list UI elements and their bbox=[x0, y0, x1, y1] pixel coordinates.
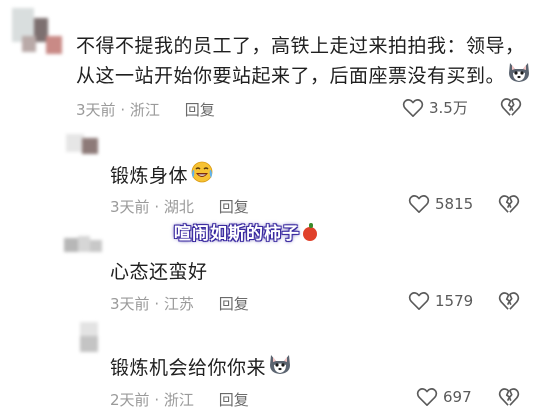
like-count: 3.5万 bbox=[429, 99, 468, 117]
like-button[interactable]: 697 bbox=[416, 387, 472, 407]
dislike-button[interactable] bbox=[498, 387, 520, 411]
watermark: 喧闹如斯的柿子 bbox=[170, 223, 321, 245]
main-comment-text: 不得不提我的员工了，高铁上走过来拍拍我：领导，从这一站开始你要站起来了，后面座票… bbox=[76, 31, 532, 92]
comment-body: 不得不提我的员工了，高铁上走过来拍拍我：领导，从这一站开始你要站起来了，后面座票… bbox=[76, 35, 525, 87]
reply-button[interactable]: 回复 bbox=[219, 295, 249, 313]
dislike-button[interactable] bbox=[498, 291, 520, 315]
comment-meta: 2天前 · 浙江 回复 bbox=[110, 391, 249, 409]
comment-meta: 3天前 · 浙江 回复 bbox=[76, 101, 215, 119]
heart-icon bbox=[402, 98, 424, 117]
heart-icon bbox=[408, 292, 430, 310]
avatar[interactable] bbox=[64, 236, 102, 256]
comment-location: 江苏 bbox=[163, 295, 194, 313]
comment-location: 浙江 bbox=[129, 101, 160, 119]
reply-button[interactable]: 回复 bbox=[219, 391, 249, 409]
comment-body: 心态还蛮好 bbox=[110, 261, 208, 283]
comment-meta: 3天前 · 江苏 回复 bbox=[110, 295, 249, 313]
dislike-button[interactable] bbox=[498, 194, 520, 218]
broken-heart-icon bbox=[498, 292, 520, 310]
avatar[interactable] bbox=[66, 134, 102, 154]
comment-location: 浙江 bbox=[163, 391, 194, 409]
like-count: 1579 bbox=[435, 292, 474, 310]
heart-icon bbox=[416, 388, 438, 406]
avatar[interactable] bbox=[12, 8, 70, 58]
like-count: 697 bbox=[443, 388, 472, 406]
reply-comment-text: 锻炼机会给你你来 bbox=[110, 353, 292, 384]
heart-icon bbox=[408, 195, 430, 213]
comment-body: 锻炼身体 bbox=[110, 165, 189, 187]
comment-time: 3天前 bbox=[110, 295, 150, 313]
watermark-text: 喧闹如斯的柿子 bbox=[174, 224, 300, 244]
reply-button[interactable]: 回复 bbox=[219, 198, 249, 216]
husky-emoji-icon bbox=[507, 61, 531, 92]
like-count: 5815 bbox=[435, 195, 474, 213]
comment-body: 锻炼机会给你你来 bbox=[110, 357, 267, 379]
husky-emoji-icon bbox=[268, 353, 292, 384]
comment-thread: 不得不提我的员工了，高铁上走过来拍拍我：领导，从这一站开始你要站起来了，后面座票… bbox=[0, 0, 540, 419]
laugh-cry-emoji-icon bbox=[190, 160, 214, 193]
reply-comment-text: 锻炼身体 bbox=[110, 160, 214, 193]
comment-time: 3天前 bbox=[76, 101, 116, 119]
apple-icon bbox=[303, 223, 317, 241]
avatar[interactable] bbox=[80, 322, 100, 352]
reply-comment-text: 心态还蛮好 bbox=[110, 257, 208, 287]
broken-heart-icon bbox=[498, 388, 520, 406]
comment-meta: 3天前 · 湖北 回复 bbox=[110, 198, 249, 216]
like-button[interactable]: 3.5万 bbox=[402, 97, 468, 118]
dislike-button[interactable] bbox=[500, 97, 522, 121]
like-button[interactable]: 1579 bbox=[408, 291, 473, 311]
broken-heart-icon bbox=[500, 98, 522, 116]
comment-time: 2天前 bbox=[110, 391, 150, 409]
like-button[interactable]: 5815 bbox=[408, 194, 473, 214]
reply-button[interactable]: 回复 bbox=[185, 101, 215, 119]
broken-heart-icon bbox=[498, 195, 520, 213]
comment-location: 湖北 bbox=[163, 198, 194, 216]
comment-time: 3天前 bbox=[110, 198, 150, 216]
